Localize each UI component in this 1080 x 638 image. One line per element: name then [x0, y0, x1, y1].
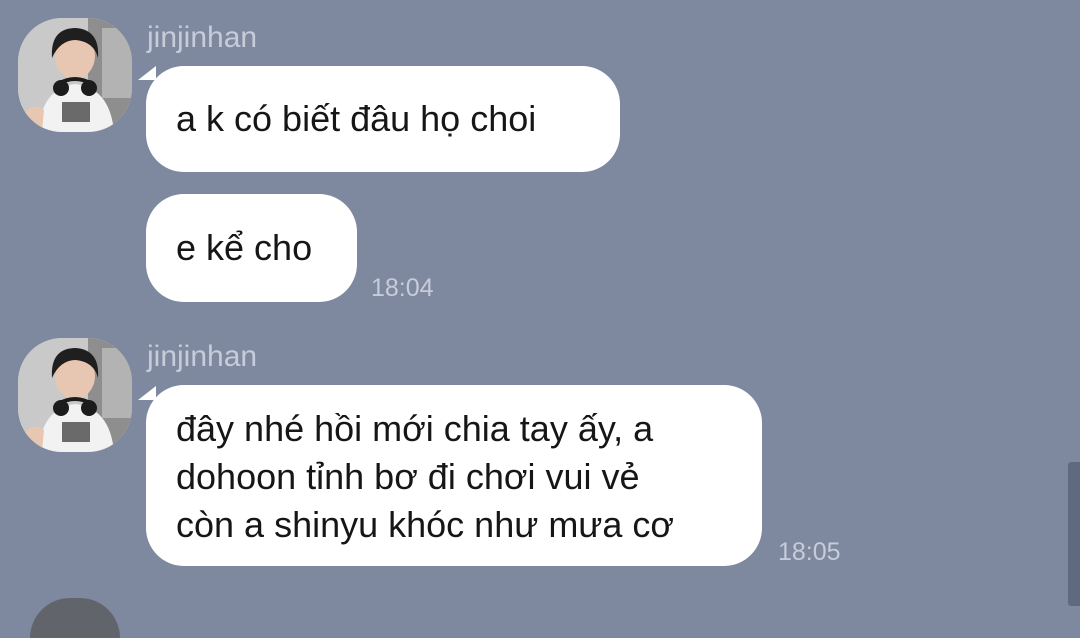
message-text-line: đây nhé hồi mới chia tay ấy, a: [176, 408, 654, 449]
scrollbar[interactable]: [1068, 462, 1080, 606]
sender-name: jinjinhan: [147, 21, 258, 54]
avatar-photo: [18, 18, 132, 132]
message-text-line: dohoon tỉnh bơ đi chơi vui vẻ: [176, 456, 640, 497]
message-text: e kể cho: [176, 227, 313, 268]
next-sender-avatar[interactable]: [30, 598, 120, 638]
chat-thread: jinjinhan a k có biết đâu họ choi e kể c…: [0, 0, 1080, 638]
sender-name: jinjinhan: [147, 340, 258, 373]
sender-avatar[interactable]: [18, 338, 132, 452]
sender-avatar[interactable]: [18, 18, 132, 132]
message-bubble[interactable]: đây nhé hồi mới chia tay ấy, a dohoon tỉ…: [146, 385, 762, 566]
message-bubble[interactable]: a k có biết đâu họ choi: [146, 66, 620, 172]
message-text: a k có biết đâu họ choi: [176, 98, 537, 139]
message-timestamp: 18:05: [778, 538, 841, 566]
bubble-tail: [138, 66, 156, 80]
message-timestamp: 18:04: [371, 274, 434, 302]
avatar-photo: [18, 338, 132, 452]
message-bubble[interactable]: e kể cho: [146, 194, 357, 302]
bubble-tail: [138, 386, 156, 400]
message-text-line: còn a shinyu khóc như mưa cơ: [176, 504, 675, 545]
